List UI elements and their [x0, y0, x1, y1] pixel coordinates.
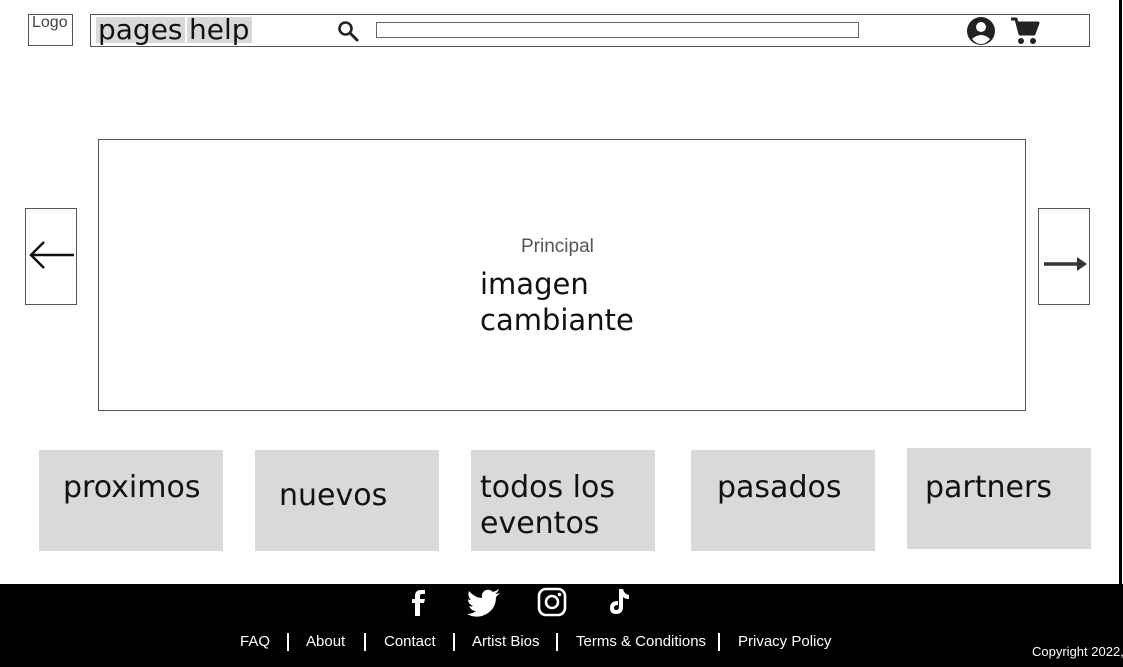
- tiktok-icon[interactable]: [602, 584, 638, 620]
- arrow-right-icon: [1044, 257, 1087, 271]
- hero-carousel-image: Principal imagen cambiante: [98, 139, 1026, 411]
- footer-separator: [556, 633, 558, 651]
- search-icon[interactable]: [336, 19, 360, 43]
- arrow-left-icon: [29, 241, 74, 269]
- footer-link-faq[interactable]: FAQ: [240, 633, 270, 650]
- footer-link-contact[interactable]: Contact: [384, 633, 436, 650]
- carousel-prev-button[interactable]: [25, 208, 77, 305]
- category-tile-nuevos[interactable]: nuevos: [255, 450, 439, 551]
- footer: FAQ About Contact Artist Bios Terms & Co…: [0, 584, 1123, 667]
- category-tile-todos-los-eventos[interactable]: todos los eventos: [471, 450, 655, 551]
- footer-separator: [453, 633, 455, 651]
- footer-link-terms[interactable]: Terms & Conditions: [576, 633, 706, 650]
- copyright-text: Copyright 2022,: [1032, 644, 1123, 659]
- nav-link-help[interactable]: help: [187, 16, 252, 44]
- cart-icon[interactable]: [1009, 16, 1041, 46]
- carousel-next-button[interactable]: [1038, 208, 1090, 305]
- category-label-line-1: todos los: [480, 470, 615, 505]
- category-label: pasados: [717, 470, 842, 505]
- hero-caption: Principal: [521, 236, 594, 257]
- category-label: proximos: [63, 470, 201, 505]
- category-tile-pasados[interactable]: pasados: [691, 450, 875, 551]
- twitter-icon[interactable]: [466, 584, 502, 620]
- nav-link-pages[interactable]: pages: [96, 16, 185, 44]
- instagram-icon[interactable]: [534, 584, 570, 620]
- footer-separator: [364, 633, 366, 651]
- footer-separator: [718, 633, 720, 651]
- category-label: nuevos: [279, 478, 388, 513]
- category-tile-partners[interactable]: partners: [907, 448, 1091, 549]
- footer-link-privacy[interactable]: Privacy Policy: [738, 633, 831, 650]
- category-label-line-2: eventos: [480, 506, 600, 541]
- footer-separator: [287, 633, 289, 651]
- footer-link-about[interactable]: About: [306, 633, 345, 650]
- logo[interactable]: Logo: [28, 14, 73, 46]
- search-input[interactable]: [376, 22, 859, 38]
- category-label: todos los eventos: [480, 470, 615, 542]
- page-edge-rule: [1119, 0, 1122, 584]
- facebook-icon[interactable]: [400, 584, 436, 620]
- account-icon[interactable]: [966, 16, 996, 46]
- hero-text-line-2: cambiante: [480, 303, 634, 337]
- hero-text: imagen cambiante: [480, 266, 680, 338]
- category-tile-proximos[interactable]: proximos: [39, 450, 223, 551]
- header-navbar: pages help: [90, 14, 1090, 47]
- category-label: partners: [925, 470, 1052, 505]
- footer-link-artist-bios[interactable]: Artist Bios: [472, 633, 540, 650]
- hero-text-line-1: imagen: [480, 267, 589, 301]
